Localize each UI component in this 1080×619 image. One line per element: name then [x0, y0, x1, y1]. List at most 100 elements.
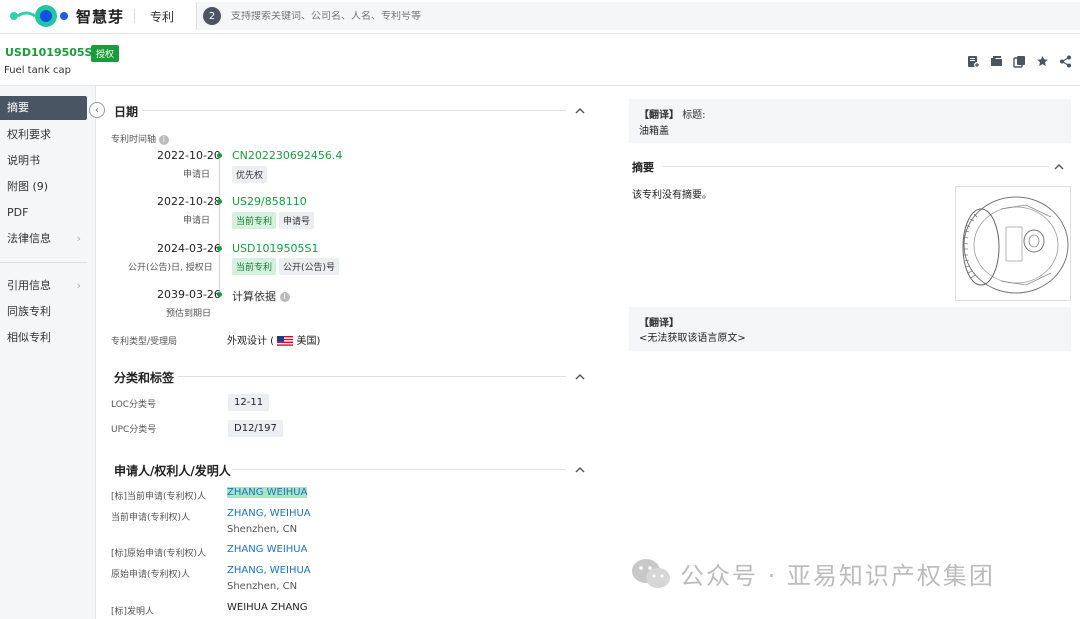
chevron-right-icon: › — [76, 232, 81, 245]
event-number[interactable]: CN202230692456.4 — [232, 149, 342, 162]
watermark-text: 公众号 · 亚易知识产权集团 — [680, 562, 995, 590]
chevron-up-icon[interactable] — [1053, 161, 1065, 173]
divider — [232, 469, 566, 470]
event-label: 申请日 — [183, 216, 211, 226]
sidebar-item-pdf[interactable]: PDF — [0, 200, 95, 226]
sidebar-item-citations[interactable]: 引用信息 › — [0, 273, 95, 299]
top-bar: 智慧芽 专利 2 — [0, 0, 1080, 34]
timeline-dot — [217, 153, 222, 158]
no-source-text: <无法获取该语言原文> — [639, 333, 746, 344]
search-bar[interactable]: 2 — [196, 2, 1080, 30]
calc-basis-text: 计算依据 — [232, 290, 276, 303]
sidebar-item-label: 法律信息 — [7, 232, 51, 245]
divider — [142, 110, 566, 111]
add-to-workspace-icon[interactable] — [966, 54, 980, 68]
status-badge: 授权 — [91, 45, 120, 62]
applicant-label: [标]当前申请(专利权)人 — [111, 492, 207, 502]
us-flag-icon — [277, 336, 294, 346]
translate-tag: 【翻译】 — [639, 318, 679, 329]
applicant-name: ZHANG WEIHUA — [227, 487, 308, 498]
chevron-right-icon: › — [76, 279, 81, 292]
divider — [178, 376, 566, 377]
type-value: 外观设计 ( 美国) — [227, 332, 320, 347]
section-title-classification: 分类和标签 — [114, 371, 175, 385]
logo[interactable]: 智慧芽 — [8, 4, 124, 28]
abstract-drawing-image[interactable] — [955, 186, 1071, 301]
sidebar-item-description[interactable]: 说明书 — [0, 148, 95, 174]
translated-title-card: 【翻译】 标题: 油箱盖 — [629, 99, 1071, 143]
sidebar-item-label: 引用信息 — [7, 279, 51, 292]
section-title-dates: 日期 — [114, 105, 139, 119]
country-text: 美国) — [296, 336, 321, 347]
sidebar-item-family[interactable]: 同族专利 — [0, 299, 95, 325]
sidebar-item-similar[interactable]: 相似专利 — [0, 325, 95, 351]
sidebar-item-abstract[interactable]: 摘要 — [0, 96, 87, 120]
chevron-up-icon[interactable] — [574, 371, 586, 383]
inventor-label: [标]发明人 — [111, 607, 155, 617]
section-title-applicants: 申请人/权利人/发明人 — [114, 464, 231, 478]
watermark: 公众号 · 亚易知识产权集团 — [630, 556, 995, 591]
upc-code[interactable]: D12/197 — [228, 420, 283, 437]
event-label: 预估到期日 — [166, 309, 212, 319]
event-number[interactable]: US29/858110 — [232, 195, 307, 208]
collapse-sidebar-button[interactable]: ‹ — [89, 102, 105, 118]
patent-number[interactable]: USD1019505S1 — [5, 46, 100, 59]
inventor-value[interactable]: WEIHUA ZHANG — [227, 602, 307, 613]
event-date: 2024-03-26 — [157, 242, 221, 255]
tag: 当前专利 — [232, 258, 277, 275]
loc-code[interactable]: 12-11 — [228, 394, 270, 411]
tag: 当前专利 — [232, 212, 277, 229]
info-icon[interactable]: i — [158, 134, 169, 145]
search-count-badge[interactable]: 2 — [203, 7, 221, 25]
event-number[interactable]: USD1019505S1 — [232, 242, 318, 255]
sidebar-item-claims[interactable]: 权利要求 — [0, 122, 95, 148]
applicant-value[interactable]: ZHANG, WEIHUA — [227, 565, 311, 576]
brand-name: 智慧芽 — [76, 7, 125, 26]
applicant-label: 当前申请(专利权)人 — [111, 513, 191, 523]
event-tags: 当前专利 公开(公告)号 — [232, 258, 342, 275]
event-date: 2039-03-26 — [157, 288, 221, 301]
tag: 优先权 — [232, 166, 268, 183]
applicant-location: Shenzhen, CN — [227, 524, 298, 535]
title-cn: 油箱盖 — [639, 126, 669, 137]
sidebar-item-drawings[interactable]: 附图 (9) — [0, 174, 95, 200]
divider — [663, 166, 1049, 167]
logo-icon — [10, 5, 68, 27]
tag: 公开(公告)号 — [279, 258, 340, 275]
loc-label: LOC分类号 — [111, 400, 157, 410]
info-icon[interactable]: i — [279, 292, 290, 302]
patent-title: Fuel tank cap — [4, 65, 71, 76]
event-label: 公开(公告)日, 授权日 — [128, 263, 213, 273]
applicant-value[interactable]: ZHANG WEIHUA — [227, 544, 307, 555]
upc-label: UPC分类号 — [111, 425, 157, 435]
chevron-up-icon[interactable] — [574, 105, 586, 117]
share-icon[interactable] — [1058, 54, 1072, 68]
translated-abstract-card: 【翻译】 <无法获取该语言原文> — [629, 307, 1071, 351]
timeline-dot — [217, 246, 222, 251]
applicant-value[interactable]: ZHANG, WEIHUA — [227, 508, 311, 519]
applicant-label: [标]原始申请(专利权)人 — [111, 549, 207, 559]
applicant-location: Shenzhen, CN — [227, 581, 298, 592]
translate-tag: 【翻译】 — [639, 110, 679, 121]
timeline-dot — [217, 199, 222, 204]
folder-icon[interactable] — [989, 54, 1003, 68]
section-title-abstract: 摘要 — [632, 161, 654, 174]
timeline-dot — [217, 292, 222, 297]
timeline-label: 专利时间轴 i — [111, 132, 169, 145]
copy-icon[interactable] — [1012, 54, 1026, 68]
chevron-up-icon[interactable] — [574, 464, 586, 476]
main-content: 日期 专利时间轴 i 2022-10-20 申请日 CN202230692456… — [96, 86, 596, 619]
event-date: 2022-10-28 — [157, 195, 221, 208]
star-icon[interactable] — [1035, 54, 1049, 68]
nav-patent[interactable]: 专利 — [150, 8, 174, 25]
title-label: 标题: — [682, 110, 706, 121]
timeline-line — [219, 156, 220, 298]
applicant-value[interactable]: ZHANG WEIHUA — [227, 487, 308, 498]
divider — [134, 9, 135, 23]
sidebar-item-legal[interactable]: 法律信息 › — [0, 226, 95, 252]
calc-basis: 计算依据 i — [232, 288, 290, 304]
fuel-cap-drawing — [962, 196, 1069, 294]
search-input[interactable] — [231, 10, 831, 22]
sidebar: 摘要 权利要求 说明书 附图 (9) PDF 法律信息 › 引用信息 › 同族专… — [0, 86, 96, 619]
abstract-text: 该专利没有摘要。 — [632, 190, 712, 201]
